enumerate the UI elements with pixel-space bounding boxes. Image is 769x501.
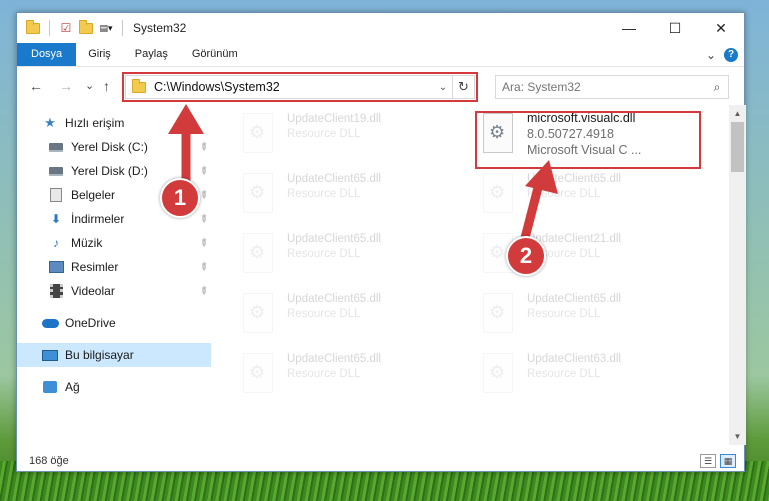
up-button[interactable]: ↑	[103, 78, 110, 94]
file-tile[interactable]: ⚙ UpdateClient65.dll Resource DLL	[479, 291, 709, 345]
sidebar-item-label: Hızlı erişim	[65, 116, 125, 130]
minimize-button[interactable]: —	[606, 13, 652, 43]
dll-file-icon: ⚙	[239, 171, 277, 217]
toolbar-divider	[122, 20, 123, 36]
customize-toolbar-icon[interactable]: ▤▾	[98, 20, 114, 36]
tab-home[interactable]: Giriş	[76, 43, 123, 66]
tab-view[interactable]: Görünüm	[180, 43, 250, 66]
file-tile[interactable]: ⚙ UpdateClient63.dll Resource DLL	[479, 351, 709, 405]
drive-icon	[47, 139, 65, 155]
drive-icon	[47, 163, 65, 179]
window-title: System32	[133, 21, 187, 35]
sidebar-item-label: Yerel Disk (C:)	[71, 140, 148, 154]
tab-file[interactable]: Dosya	[17, 43, 77, 66]
callout-badge-two: 2	[506, 236, 546, 276]
properties-icon[interactable]: ☑	[58, 20, 74, 36]
pin-icon[interactable]: ✎	[196, 212, 210, 226]
dll-file-icon: ⚙	[479, 171, 517, 217]
vertical-scrollbar[interactable]: ▲ ▼	[729, 105, 746, 445]
file-tile[interactable]: ⚙ UpdateClient19.dll Resource DLL	[239, 111, 469, 165]
title-bar: ☑ ▤▾ System32 — ☐ ✕	[17, 13, 744, 43]
ribbon-tabs: Dosya Giriş Paylaş Görünüm ⌄ ?	[17, 43, 744, 66]
network-icon	[41, 379, 59, 395]
sidebar-item-onedrive[interactable]: OneDrive	[17, 311, 211, 335]
navigation-bar: ← → ⌄ ↑ C:\Windows\System32 ⌄ ↻ ⌕	[17, 66, 744, 104]
scroll-thumb[interactable]	[731, 122, 744, 172]
sidebar-item-quick-access[interactable]: ★ Hızlı erişim	[17, 111, 211, 135]
sidebar-item-label: Bu bilgisayar	[65, 348, 134, 362]
file-tile[interactable]: ⚙ UpdateClient65.dll Resource DLL	[239, 291, 469, 345]
sidebar-item-this-pc[interactable]: Bu bilgisayar	[17, 343, 211, 367]
close-button[interactable]: ✕	[698, 13, 744, 43]
star-icon: ★	[44, 115, 56, 130]
forward-button[interactable]: →	[59, 78, 73, 94]
file-tile[interactable]: ⚙ UpdateClient65.dll Resource DLL	[239, 231, 469, 285]
documents-icon	[47, 187, 65, 203]
pin-icon[interactable]: ✎	[196, 140, 210, 154]
pin-icon[interactable]: ✎	[196, 260, 210, 274]
tiles-view-icon[interactable]: ▦	[720, 454, 736, 468]
sidebar-item-music[interactable]: ♪ Müzik ✎	[17, 231, 211, 255]
toolbar-divider	[49, 20, 50, 36]
status-bar: 168 öğe ☰ ▦	[17, 450, 744, 472]
sidebar-item-label: Resimler	[71, 260, 119, 274]
file-tile[interactable]: ⚙ UpdateClient65.dll Resource DLL	[239, 351, 469, 405]
callout-badge-one: 1	[160, 178, 200, 218]
dll-file-icon: ⚙	[479, 291, 517, 337]
sidebar-item-label: Videolar	[71, 284, 115, 298]
download-icon: ⬇	[50, 212, 62, 226]
sidebar-item-label: OneDrive	[65, 316, 116, 330]
new-folder-icon[interactable]	[78, 19, 94, 36]
quick-access-toolbar: ☑ ▤▾	[17, 19, 127, 36]
search-icon[interactable]: ⌕	[706, 80, 728, 95]
window-controls: — ☐ ✕	[606, 13, 744, 43]
dll-file-icon: ⚙	[239, 111, 277, 157]
file-highlight-box	[475, 111, 701, 169]
explorer-window: ☑ ▤▾ System32 — ☐ ✕ Dosya Giriş Paylaş G…	[16, 12, 746, 472]
expand-ribbon-icon[interactable]: ⌄	[706, 48, 716, 62]
details-view-icon[interactable]: ☰	[700, 454, 716, 468]
tab-share[interactable]: Paylaş	[123, 43, 180, 66]
dll-file-icon: ⚙	[239, 351, 277, 397]
file-tile[interactable]: ⚙ UpdateClient65.dll Resource DLL	[239, 171, 469, 225]
sidebar-item-label: Yerel Disk (D:)	[71, 164, 148, 178]
folder-icon	[25, 19, 41, 36]
sidebar-item-disk-c[interactable]: Yerel Disk (C:) ✎	[17, 135, 211, 159]
dll-file-icon: ⚙	[239, 231, 277, 277]
sidebar-item-label: Ağ	[65, 380, 80, 394]
sidebar-item-label: Müzik	[71, 236, 103, 250]
scroll-down-icon[interactable]: ▼	[729, 428, 746, 445]
sidebar-item-network[interactable]: Ağ	[17, 375, 211, 399]
computer-icon	[41, 347, 59, 363]
address-highlight-box	[122, 72, 478, 102]
music-icon: ♪	[53, 236, 59, 250]
view-toggle: ☰ ▦	[700, 454, 744, 468]
sidebar-item-label: İndirmeler	[71, 212, 125, 226]
help-icon[interactable]: ?	[724, 47, 738, 62]
item-count: 168 öğe	[29, 455, 69, 467]
search-input[interactable]	[496, 77, 706, 97]
maximize-button[interactable]: ☐	[652, 13, 698, 43]
videos-icon	[47, 283, 65, 299]
pin-icon[interactable]: ✎	[196, 236, 210, 250]
search-box[interactable]: ⌕	[495, 75, 729, 99]
sidebar-item-label: Belgeler	[71, 188, 116, 202]
sidebar-item-videos[interactable]: Videolar ✎	[17, 279, 211, 303]
cloud-icon	[41, 315, 59, 331]
navigation-pane: ★ Hızlı erişim Yerel Disk (C:) ✎ Yerel D…	[17, 105, 211, 445]
pin-icon[interactable]: ✎	[196, 284, 210, 298]
pin-icon[interactable]: ✎	[196, 164, 210, 178]
scroll-up-icon[interactable]: ▲	[729, 105, 746, 122]
sidebar-item-pictures[interactable]: Resimler ✎	[17, 255, 211, 279]
file-tile[interactable]: ⚙ UpdateClient65.dll Resource DLL	[479, 171, 709, 225]
pictures-icon	[47, 259, 65, 275]
back-button[interactable]: ←	[29, 78, 43, 94]
recent-locations-button[interactable]: ⌄	[85, 79, 94, 92]
dll-file-icon: ⚙	[479, 351, 517, 397]
dll-file-icon: ⚙	[239, 291, 277, 337]
